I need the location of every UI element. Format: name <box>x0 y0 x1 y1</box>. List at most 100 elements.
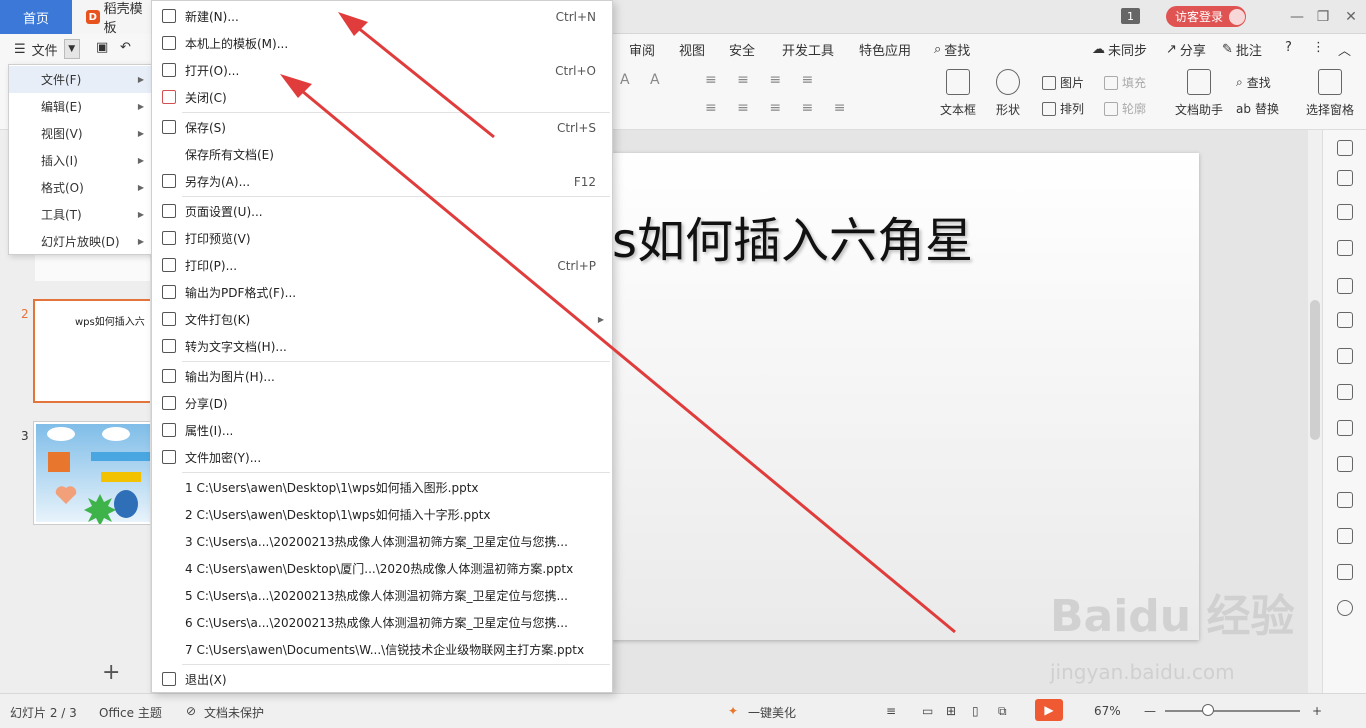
menu-item-insert[interactable]: 插入(I) ▶ <box>9 147 152 174</box>
window-count-badge[interactable]: 1 <box>1121 8 1140 24</box>
tab-features[interactable]: 特色应用 <box>859 40 911 59</box>
presenter-view-icon[interactable]: ⧉ <box>998 704 1007 719</box>
right-tool-2-icon[interactable] <box>1337 170 1353 186</box>
undo-quick-icon[interactable]: ↶ <box>120 40 131 55</box>
menu-save-as[interactable]: 另存为(A)... F12 <box>152 168 612 195</box>
menu-open[interactable]: 打开(O)... Ctrl+O <box>152 57 612 84</box>
menu-item-edit[interactable]: 编辑(E) ▶ <box>9 93 152 120</box>
recent-file-1[interactable]: 1 C:\Users\awen\Desktop\1\wps如何插入图形.pptx <box>152 474 612 501</box>
more-icon[interactable]: ⋮ <box>1312 40 1325 55</box>
menu-export-pdf[interactable]: 输出为PDF格式(F)... <box>152 279 612 306</box>
tab-home[interactable]: 首页 <box>0 0 72 34</box>
right-tool-12-icon[interactable] <box>1337 528 1353 544</box>
menu-local-templates[interactable]: 本机上的模板(M)... <box>152 30 612 57</box>
normal-view-icon[interactable]: ▭ <box>922 704 933 718</box>
comment-button[interactable]: ✎ 批注 <box>1222 40 1262 59</box>
sorter-view-icon[interactable]: ⊞ <box>946 704 956 718</box>
theme-name[interactable]: Office 主题 <box>99 704 162 721</box>
menu-exit[interactable]: 退出(X) <box>152 666 612 693</box>
zoom-slider-handle[interactable] <box>1202 704 1214 716</box>
right-tool-3-icon[interactable] <box>1337 204 1353 220</box>
slide-title-text[interactable]: s如何插入六角星 <box>612 201 973 271</box>
doc-helper-button[interactable]: 文档助手 <box>1175 69 1223 118</box>
scrollbar-thumb[interactable] <box>1310 300 1320 440</box>
right-tool-10-icon[interactable] <box>1337 456 1353 472</box>
close-icon[interactable]: ✕ <box>1336 0 1366 34</box>
menu-new[interactable]: 新建(N)... Ctrl+N <box>152 3 612 30</box>
reading-view-icon[interactable]: ▯ <box>972 704 979 718</box>
picture-button[interactable]: 图片 <box>1042 74 1084 91</box>
notes-icon[interactable]: ≡ <box>886 704 896 718</box>
protect-status[interactable]: 文档未保护 <box>204 704 264 721</box>
right-tool-6-icon[interactable] <box>1337 312 1353 328</box>
save-quick-icon[interactable]: ▣ <box>96 40 108 55</box>
menu-export-image[interactable]: 输出为图片(H)... <box>152 363 612 390</box>
zoom-level[interactable]: 67% <box>1094 704 1121 718</box>
add-slide-icon[interactable]: + <box>102 660 120 685</box>
tab-docer-templates[interactable]: D 稻壳模板 <box>72 0 154 36</box>
menu-properties[interactable]: 属性(I)... <box>152 417 612 444</box>
menu-print-preview[interactable]: 打印预览(V) <box>152 225 612 252</box>
menu-item-slideshow[interactable]: 幻灯片放映(D) ▶ <box>9 228 152 255</box>
recent-file-2[interactable]: 2 C:\Users\awen\Desktop\1\wps如何插入十字形.ppt… <box>152 501 612 528</box>
recent-file-6[interactable]: 6 C:\Users\a...\20200213热成像人体测温初筛方案_卫星定位… <box>152 609 612 636</box>
right-tool-9-icon[interactable] <box>1337 420 1353 436</box>
menu-print[interactable]: 打印(P)... Ctrl+P <box>152 252 612 279</box>
list-tools[interactable]: ≡ ≡ ≡ ≡ <box>705 72 821 88</box>
right-help-icon[interactable] <box>1337 600 1353 616</box>
menu-close[interactable]: 关闭(C) <box>152 84 612 111</box>
outline-button[interactable]: 轮廓 <box>1104 100 1146 117</box>
fill-button[interactable]: 填充 <box>1104 74 1146 91</box>
vertical-scrollbar[interactable] <box>1308 130 1322 693</box>
tab-developer[interactable]: 开发工具 <box>782 40 834 59</box>
zoom-out-icon[interactable]: — <box>1144 704 1156 718</box>
menu-page-setup[interactable]: 页面设置(U)... <box>152 198 612 225</box>
slide-thumbnail-2[interactable]: wps如何插入六 <box>33 299 153 403</box>
right-tool-5-icon[interactable] <box>1337 278 1353 294</box>
find-button[interactable]: ⌕ 查找 <box>1236 74 1271 91</box>
menu-item-format[interactable]: 格式(O) ▶ <box>9 174 152 201</box>
recent-file-5[interactable]: 5 C:\Users\a...\20200213热成像人体测温初筛方案_卫星定位… <box>152 582 612 609</box>
slide-thumbnail-3[interactable] <box>33 421 153 526</box>
share-button[interactable]: ↗ 分享 <box>1166 40 1206 59</box>
menu-save-all[interactable]: 保存所有文档(E) <box>152 141 612 168</box>
search-button[interactable]: ⌕ 查找 <box>934 40 970 59</box>
menu-to-word[interactable]: 转为文字文档(H)... <box>152 333 612 360</box>
menu-item-view[interactable]: 视图(V) ▶ <box>9 120 152 147</box>
right-tool-13-icon[interactable] <box>1337 564 1353 580</box>
replace-button[interactable]: ab 替换 <box>1236 100 1279 117</box>
one-click-beautify[interactable]: 一键美化 <box>748 704 796 721</box>
menu-item-tools[interactable]: 工具(T) ▶ <box>9 201 152 228</box>
textbox-button[interactable]: 文本框 <box>940 69 976 118</box>
right-tool-4-icon[interactable] <box>1337 240 1353 256</box>
menu-save[interactable]: 保存(S) Ctrl+S <box>152 114 612 141</box>
arrange-button[interactable]: 排列 <box>1042 100 1084 117</box>
help-icon[interactable]: ? <box>1285 40 1292 55</box>
play-slideshow-button[interactable]: ▶ <box>1035 699 1063 721</box>
slide-thumbnail-1[interactable] <box>35 253 153 281</box>
file-menu-button[interactable]: ☰ 文件 ▼ <box>14 39 80 59</box>
right-tool-7-icon[interactable] <box>1337 348 1353 364</box>
sync-status-button[interactable]: ☁ 未同步 <box>1092 40 1147 59</box>
menu-encrypt[interactable]: 文件加密(Y)... <box>152 444 612 471</box>
recent-file-7[interactable]: 7 C:\Users\awen\Documents\W...\信锐技术企业级物联… <box>152 636 612 663</box>
zoom-in-icon[interactable]: + <box>1312 704 1322 718</box>
font-size-tools[interactable]: A A <box>620 72 668 88</box>
current-slide[interactable]: s如何插入六角星 <box>612 153 1199 640</box>
recent-file-3[interactable]: 3 C:\Users\a...\20200213热成像人体测温初筛方案_卫星定位… <box>152 528 612 555</box>
restore-icon[interactable]: ❐ <box>1308 0 1338 34</box>
tab-view[interactable]: 视图 <box>679 40 705 59</box>
menu-item-file[interactable]: 文件(F) ▶ <box>9 66 152 93</box>
menu-package[interactable]: 文件打包(K) ▶ <box>152 306 612 333</box>
shape-button[interactable]: 形状 <box>996 69 1020 118</box>
right-tool-8-icon[interactable] <box>1337 384 1353 400</box>
menu-share[interactable]: 分享(D) <box>152 390 612 417</box>
align-tools[interactable]: ≡ ≡ ≡ ≡ ≡ <box>705 100 853 116</box>
guest-login-button[interactable]: 访客登录 <box>1166 6 1246 27</box>
collapse-ribbon-icon[interactable]: ︿ <box>1338 40 1351 59</box>
chevron-down-icon[interactable]: ▼ <box>63 39 80 59</box>
recent-file-4[interactable]: 4 C:\Users\awen\Desktop\厦门...\2020热成像人体测… <box>152 555 612 582</box>
select-pane-button[interactable]: 选择窗格 <box>1306 69 1354 118</box>
zoom-slider[interactable] <box>1165 710 1300 712</box>
right-tool-11-icon[interactable] <box>1337 492 1353 508</box>
